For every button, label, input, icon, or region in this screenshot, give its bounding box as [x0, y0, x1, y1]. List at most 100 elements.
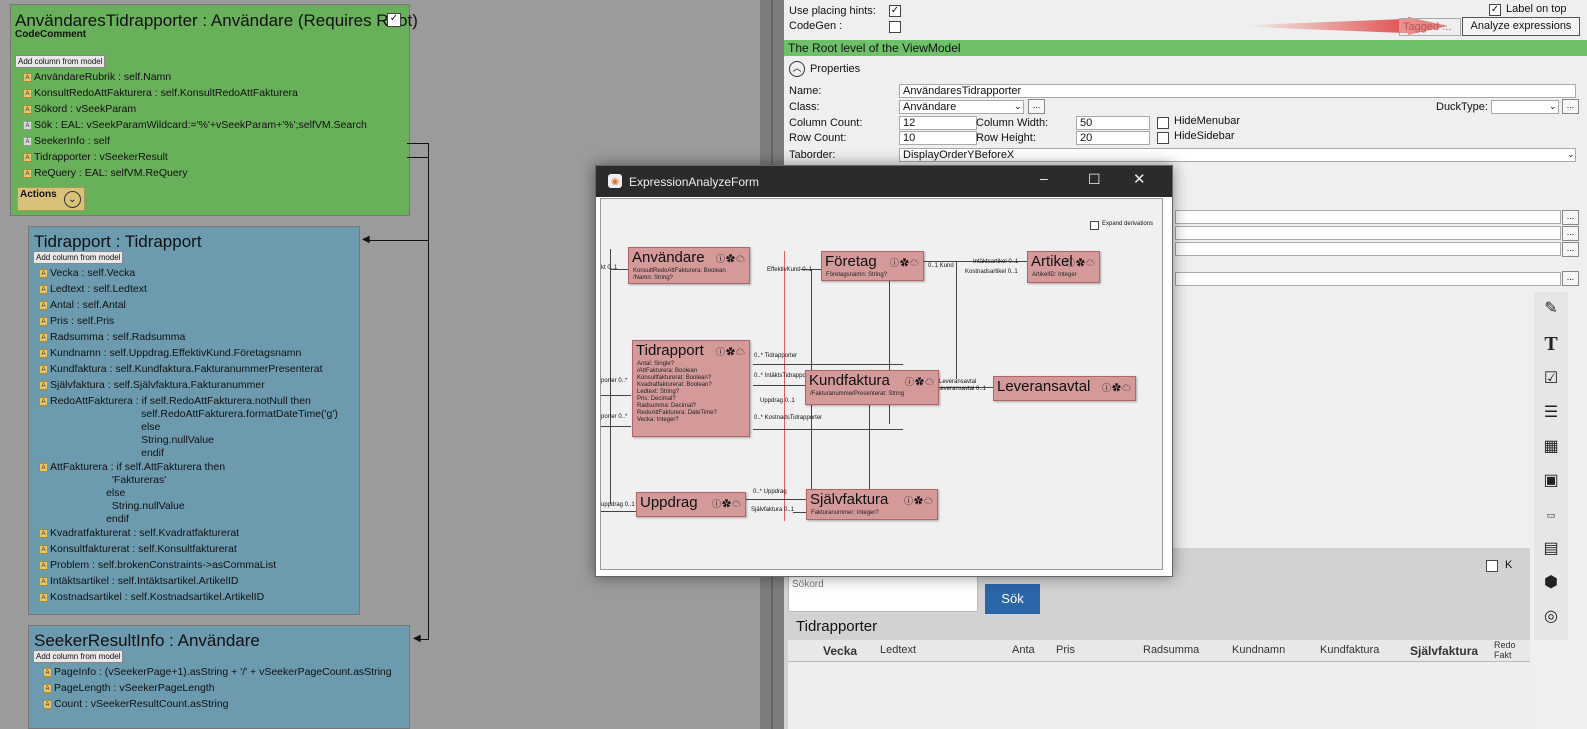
grid-column-header[interactable]: Radsumma [1143, 644, 1199, 656]
attribute-row[interactable]: A Count : vSeekerResultCount.asString [43, 698, 229, 711]
button-icon[interactable]: ▭ [1538, 502, 1564, 528]
taborder-select[interactable]: DisplayOrderYBeforeX [899, 148, 1576, 162]
grid-column-header[interactable]: Vecka [823, 644, 857, 658]
attribute-row[interactable]: A Kundnamn : self.Uppdrag.EffektivKund.Fö… [39, 347, 301, 360]
attribute-row[interactable]: A Sökord : vSeekParam [23, 103, 136, 116]
browser-icon[interactable]: ◎ [1538, 604, 1564, 630]
grid-column-header[interactable]: Kundnamn [1232, 644, 1285, 656]
root-viewmodel-box[interactable]: AnvändaresTidrapporter : Användare (Requ… [10, 4, 418, 216]
name-field[interactable]: AnvändaresTidrapporter [899, 84, 1576, 98]
tidrapport-box[interactable]: Tidrapport : Tidrapport Add column from … [28, 226, 360, 615]
actions-button[interactable]: Actions ⌄ [17, 187, 85, 211]
attribute-row[interactable]: A Sök : EAL: vSeekParamWildcard:='%'+vSee… [23, 119, 367, 132]
expand-derivations-checkbox[interactable] [1090, 221, 1099, 230]
attribute-row[interactable]: A Pris : self.Pris [39, 315, 114, 328]
list-icon[interactable]: ▤ [1538, 536, 1564, 562]
attribute-row[interactable]: A AnvändareRubrik : self.Namn [23, 71, 171, 84]
attribute-row[interactable]: A Intäktsartikel : self.Intäktsartikel.Ar… [39, 575, 238, 588]
text-icon[interactable]: T [1538, 331, 1564, 357]
ducktype-browse-button[interactable]: ... [1562, 99, 1579, 114]
class-tid[interactable]: Tidrapport ⓘ✿☁ Antal: Single?/AttFakturera… [632, 340, 750, 437]
analyze-expressions-button[interactable]: Analyze expressions [1462, 17, 1580, 36]
column-width-field[interactable]: 50 [1076, 116, 1150, 130]
attribute-row[interactable]: A Vecka : self.Vecka [39, 267, 135, 280]
grid-column-header[interactable]: Pris [1056, 644, 1075, 656]
attribute-icon: A [43, 667, 52, 677]
use-placing-checkbox[interactable]: ✓ [889, 5, 901, 17]
hidesidebar-checkbox[interactable] [1157, 132, 1169, 144]
role-label: Leveransavtal [939, 379, 977, 385]
attribute-row[interactable]: A KonsultRedoAttFakturera : self.KonsultR… [23, 87, 298, 100]
attribute-row[interactable]: A SeekerInfo : self [23, 135, 110, 148]
row-height-field[interactable]: 20 [1076, 131, 1150, 145]
grid-column-header[interactable]: Ledtext [880, 644, 916, 656]
class-upp[interactable]: Uppdrag ⓘ✿☁ [636, 492, 746, 517]
class-kund[interactable]: Kundfaktura ⓘ✿☁ /FakturanummerPresenterat:… [805, 370, 939, 405]
attribute-row[interactable]: A Radsumma : self.Radsumma [39, 331, 185, 344]
expression-field[interactable] [1175, 272, 1561, 286]
cube-icon[interactable]: ⬢ [1538, 570, 1564, 596]
class-lev[interactable]: Leveransavtal ⓘ✿☁ [993, 376, 1136, 401]
attribute-row[interactable]: A ReQuery : EAL: selfVM.ReQuery [23, 167, 187, 180]
role-label: 0..* Tidrapporter [754, 353, 798, 359]
row-count-field[interactable]: 10 [899, 131, 977, 145]
assoc-line [601, 395, 631, 396]
seeker-result-box[interactable]: SeekerResultInfo : Användare Add column … [28, 625, 410, 729]
requires-root-checkbox[interactable]: ✓ [387, 13, 401, 27]
sok-button[interactable]: Sök [985, 584, 1040, 614]
attribute-row[interactable]: A Kundfaktura : self.Kundfaktura.Fakturan… [39, 363, 323, 376]
browse-button[interactable]: ... [1562, 271, 1579, 286]
browse-button[interactable]: ... [1562, 242, 1579, 257]
edit-icon[interactable]: ✎ [1538, 296, 1564, 322]
attribute-row[interactable]: A Självfaktura : self.Självfaktura.Faktur… [39, 379, 265, 392]
attribute-row[interactable]: A Antal : self.Antal [39, 299, 126, 312]
attribute-row[interactable]: A Konsultfakturerat : self.Konsultfakture… [39, 543, 237, 556]
hidemenubar-checkbox[interactable] [1157, 117, 1169, 129]
browse-button[interactable]: ... [1562, 210, 1579, 225]
codegen-checkbox[interactable] [889, 21, 901, 33]
class-sjalv[interactable]: Självfaktura ⓘ✿☁ Fakturanummer: Integer? [806, 489, 938, 520]
grid-column-header[interactable]: Anta [1012, 644, 1035, 656]
class-for[interactable]: Företag ⓘ✿☁ Företagsnamn: String? [821, 251, 924, 281]
maximize-icon[interactable]: ☐ [1088, 171, 1101, 188]
class-select[interactable]: Användare [899, 100, 1024, 114]
grid-column-header[interactable]: Självfaktura [1410, 644, 1478, 658]
attribute-text: Pris : self.Pris [50, 315, 115, 327]
k-checkbox[interactable] [1486, 560, 1498, 572]
attribute-row[interactable]: A AttFakturera : if self.AttFakturera the… [39, 461, 225, 526]
add-column-button[interactable]: Add column from model [33, 251, 124, 264]
class-art[interactable]: Artikel ⓘ✿☁ ArtikelID: Integer [1027, 251, 1100, 283]
minimize-icon[interactable]: – [1040, 170, 1048, 186]
label-on-top-checkbox[interactable]: ✓ [1489, 4, 1501, 16]
add-column-button[interactable]: Add column from model [15, 55, 106, 68]
expression-field[interactable] [1175, 242, 1561, 256]
class-browse-button[interactable]: ... [1028, 99, 1045, 114]
root-title: AnvändaresTidrapporter : Användare (Requ… [15, 11, 418, 30]
expression-field[interactable] [1175, 210, 1561, 224]
attribute-row[interactable]: A Kostnadsartikel : self.Kostnadsartikel.… [39, 591, 264, 604]
attribute-icon: A [43, 683, 52, 693]
attribute-row[interactable]: A Ledtext : self.Ledtext [39, 283, 147, 296]
grid-column-header[interactable]: Kundfaktura [1320, 644, 1379, 656]
attribute-row[interactable]: A Problem : self.brokenConstraints->asCom… [39, 559, 276, 572]
attribute-row[interactable]: A RedoAttFakturera : if self.RedoAttFaktu… [39, 395, 338, 460]
attribute-row[interactable]: A PageInfo : (vSeekerPage+1).asString + '… [43, 666, 392, 679]
class-anv[interactable]: Användare ⓘ✿☁ KonsultRedoAttFakturera: Boo… [628, 247, 750, 284]
expression-field[interactable] [1175, 226, 1561, 240]
attribute-row[interactable]: A PageLength : vSeekerPageLength [43, 682, 215, 695]
checkbox-icon[interactable]: ☑ [1538, 366, 1564, 392]
grid-column-header[interactable]: Redo Fakt [1494, 640, 1516, 660]
attribute-icon: A [39, 462, 48, 472]
attribute-row[interactable]: A Kvadratfakturerat : self.Kvadratfakture… [39, 527, 239, 540]
attribute-row[interactable]: A Tidrapporter : vSeekerResult [23, 151, 168, 164]
calendar-icon[interactable]: ▦ [1538, 434, 1564, 460]
image-icon[interactable]: ▣ [1538, 468, 1564, 494]
browse-button[interactable]: ... [1562, 226, 1579, 241]
column-count-field[interactable]: 12 [899, 116, 977, 130]
tagged-button[interactable]: Tagged ... [1399, 18, 1461, 36]
add-column-button[interactable]: Add column from model [33, 650, 124, 663]
combobox-icon[interactable]: ☰ [1538, 400, 1564, 426]
class-icons: ⓘ✿☁ [1065, 258, 1096, 268]
close-icon[interactable]: ✕ [1133, 170, 1146, 188]
collapse-icon[interactable]: ︿ [789, 61, 805, 77]
